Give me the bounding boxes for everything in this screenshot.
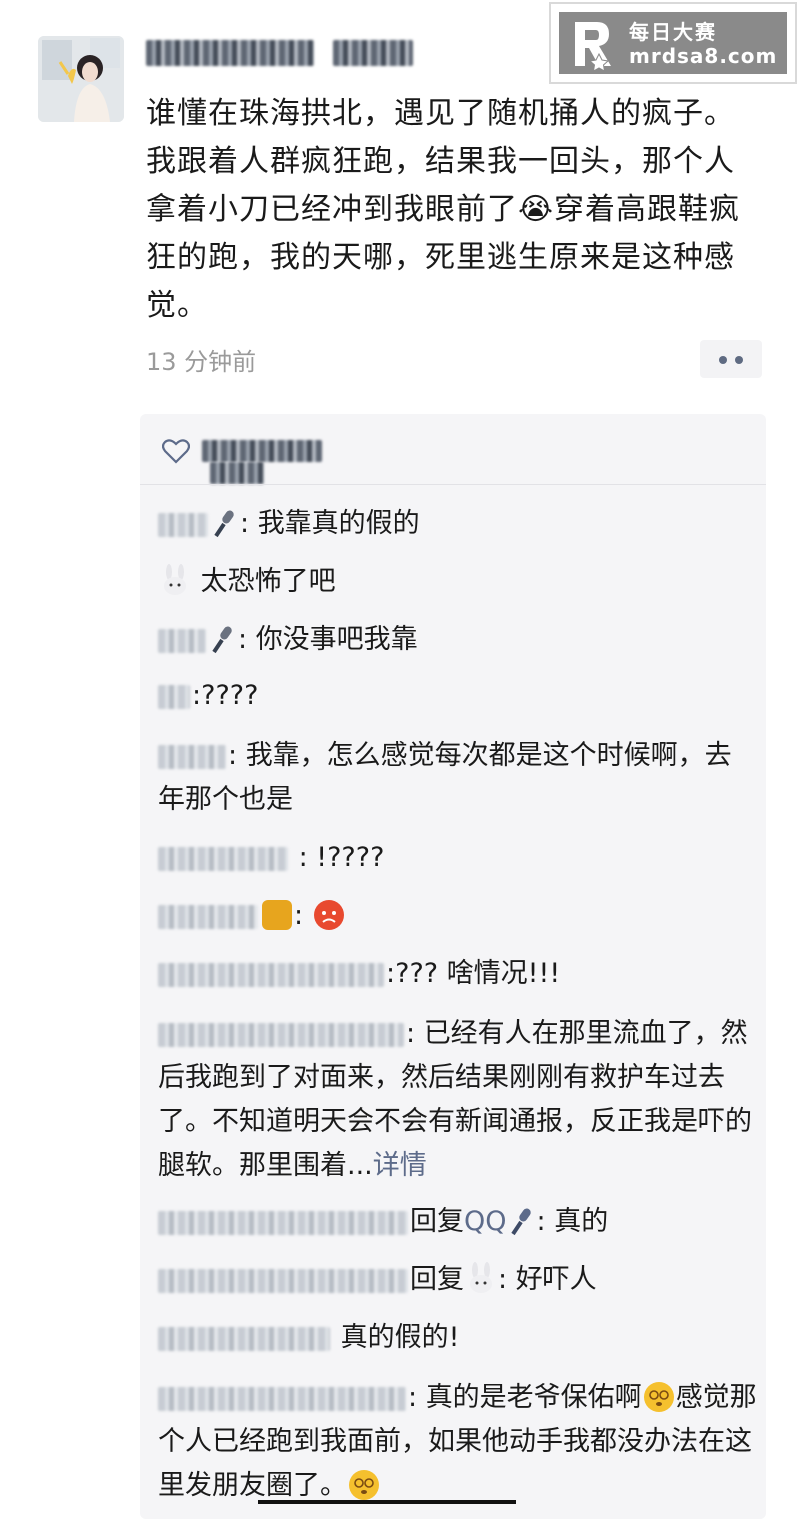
comment-text: ??? 啥情况!!! <box>395 958 561 989</box>
post-content: 谁懂在珠海拱北，遇见了随机捅人的疯子。我跟着人群疯狂跑，结果我一回头，那个人拿着… <box>146 90 756 330</box>
comment-text: !???? <box>316 842 385 873</box>
likers-names[interactable] <box>202 440 322 484</box>
rabbit-icon <box>164 564 186 595</box>
comment-item[interactable]: : 已经有人在那里流血了，然后我跑到了对面来，然后结果刚刚有救护车过去了。不知道… <box>158 1012 758 1188</box>
underline-mark <box>258 1500 516 1504</box>
commenter-name[interactable] <box>158 1268 408 1293</box>
watermark-title: 每日大赛 <box>629 20 717 44</box>
author-name-blur <box>146 40 314 66</box>
comment-separator: : <box>240 508 258 539</box>
comment-text: 真的假的! <box>340 1322 460 1353</box>
commenter-name[interactable] <box>158 628 206 653</box>
commenter-name[interactable] <box>158 684 190 709</box>
comment-item[interactable]: 真的假的! <box>158 1316 758 1360</box>
liker-name-blur <box>202 440 322 462</box>
comment-item[interactable]: 太恐怖了吧 <box>158 560 758 604</box>
comment-separator: : <box>228 740 246 771</box>
comment-text: 你没事吧我靠 <box>255 624 418 655</box>
commenter-name[interactable] <box>158 846 288 871</box>
comment-text: 真的是老爷保佑啊 <box>425 1382 642 1413</box>
dizzy-face-icon <box>643 1382 674 1412</box>
comment-separator: : <box>408 1382 426 1413</box>
comment-separator: : <box>498 1264 516 1295</box>
dot-icon <box>719 356 727 364</box>
watermark: 每日大赛 mrdsa8.com <box>549 2 797 84</box>
commenter-name[interactable] <box>158 962 384 987</box>
comment-text: 我靠真的假的 <box>257 508 420 539</box>
watermark-url: mrdsa8.com <box>629 44 778 68</box>
comment-separator <box>332 1322 341 1353</box>
avatar-photo <box>38 36 124 122</box>
comment-separator: : <box>386 958 396 989</box>
site-logo-icon <box>575 22 611 70</box>
details-link[interactable]: 详情 <box>373 1150 427 1181</box>
avatar[interactable] <box>38 36 124 122</box>
author-suffix-blur <box>333 40 414 66</box>
heart-outline-icon <box>162 439 190 464</box>
post-text: 谁懂在珠海拱北，遇见了随机捅人的疯子。我跟着人群疯狂跑，结果我一回头，那个人拿着… <box>146 96 741 323</box>
comment-item[interactable]: 回复: 好吓人 <box>158 1258 758 1302</box>
comment-item[interactable]: : 真的是老爷保佑啊 感觉那个人已经跑到我面前，如果他动手我都没办法在这里发朋友圈… <box>158 1376 758 1508</box>
microphone-icon <box>510 1208 531 1236</box>
reply-label: 回复 <box>410 1206 464 1237</box>
comment-text: 太恐怖了吧 <box>200 566 336 597</box>
comment-item[interactable]: 回复QQ: 真的 <box>158 1200 758 1244</box>
post-time: 13 分钟前 <box>146 348 257 376</box>
reply-label: 回复 <box>410 1264 464 1295</box>
rabbit-icon[interactable] <box>466 1262 496 1294</box>
commenter-name[interactable] <box>158 1210 408 1235</box>
comment-text: ???? <box>201 680 259 711</box>
commenter-name[interactable] <box>158 512 208 537</box>
comment-item[interactable]: :???? <box>158 674 758 718</box>
liker-name-blur <box>210 462 264 484</box>
comment-separator: : <box>406 1018 424 1049</box>
commenter-name[interactable] <box>158 1326 330 1351</box>
comment-separator: : <box>238 624 256 655</box>
comment-separator: : <box>290 842 317 873</box>
comment-text: 好吓人 <box>515 1264 597 1295</box>
reply-to-name[interactable]: QQ <box>464 1206 507 1237</box>
commenter-name[interactable] <box>158 904 258 929</box>
comment-separator: : <box>294 900 304 931</box>
dizzy-face-icon <box>349 1470 379 1500</box>
comment-separator: : <box>536 1206 555 1237</box>
post-author-name[interactable] <box>146 40 414 74</box>
comment-item[interactable]: :??? 啥情况!!! <box>158 952 758 996</box>
comment-item[interactable]: : <box>158 894 758 938</box>
likes-divider <box>140 484 766 485</box>
comment-item[interactable]: : 我靠真的假的 <box>158 502 758 546</box>
commenter-name[interactable] <box>158 1022 404 1047</box>
comment-item[interactable]: : !???? <box>158 836 758 880</box>
honey-pot-icon <box>262 900 292 930</box>
dot-icon <box>735 356 743 364</box>
comment-separator <box>192 566 201 597</box>
microphone-icon <box>212 626 232 654</box>
more-actions-button[interactable] <box>700 340 762 378</box>
comment-item[interactable]: : 我靠，怎么感觉每次都是这个时候啊，去年那个也是 <box>158 734 758 822</box>
comment-item[interactable]: : 你没事吧我靠 <box>158 618 758 662</box>
microphone-icon <box>214 510 234 538</box>
commenter-name[interactable] <box>158 744 226 769</box>
watermark-panel: 每日大赛 mrdsa8.com <box>559 12 787 74</box>
comment-separator: : <box>192 680 202 711</box>
comment-text: 真的 <box>554 1206 609 1237</box>
angry-face-icon <box>313 900 344 930</box>
commenter-name[interactable] <box>158 1386 406 1411</box>
